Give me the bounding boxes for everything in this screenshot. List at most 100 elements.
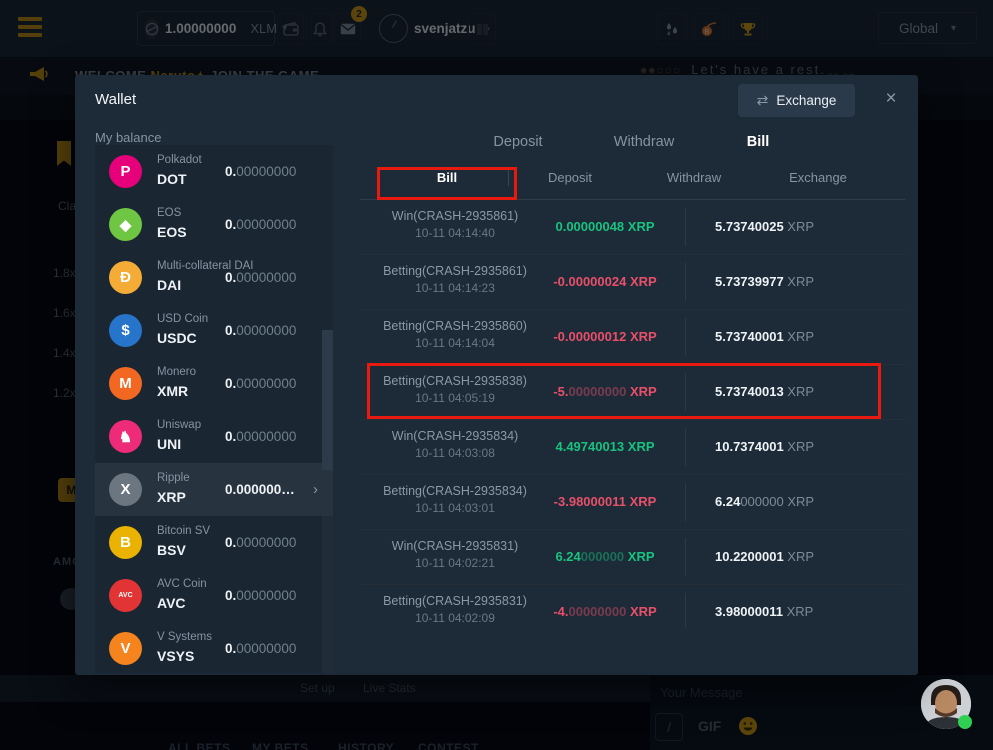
bill-row-description: Win(CRASH-2935861) 10-11 04:14:40	[360, 200, 550, 254]
bill-row-balance: 5.73739977 XRP	[715, 274, 814, 289]
bill-row-balance: 5.73740025 XRP	[715, 219, 814, 234]
my-balance-label: My balance	[95, 130, 161, 145]
coin-logo-icon: X	[109, 473, 142, 506]
bill-row: Betting(CRASH-2935834) 10-11 04:03:01 -3…	[360, 475, 905, 530]
bill-row-time: 10-11 04:02:21	[360, 556, 550, 570]
exchange-button[interactable]: ⇄ Exchange	[738, 84, 855, 117]
coin-name: USD Coin	[157, 313, 208, 325]
bill-row-description: Betting(CRASH-2935861) 10-11 04:14:23	[360, 255, 550, 309]
bill-subtab-bill[interactable]: Bill	[437, 170, 457, 185]
coin-list-item[interactable]: X Ripple XRP 0.000000… ›	[95, 463, 333, 516]
bill-row-amount: -4.00000000 XRP	[530, 604, 680, 619]
bill-row-type: Betting(CRASH-2935838)	[360, 374, 550, 388]
coin-balance: 0.00000000	[225, 535, 296, 550]
bill-row-amount: 4.49740013 XRP	[530, 439, 680, 454]
bill-row-type: Betting(CRASH-2935834)	[360, 484, 550, 498]
bill-row-balance: 10.2200001 XRP	[715, 549, 814, 564]
coin-list-item[interactable]: M Monero XMR 0.00000000 ›	[95, 357, 333, 410]
coin-symbol: BSV	[157, 542, 186, 558]
bill-row-time: 10-11 04:02:09	[360, 611, 550, 625]
bill-row-balance: 5.73740001 XRP	[715, 329, 814, 344]
coin-list-item[interactable]: AVC AVC Coin AVC 0.00000000 ›	[95, 569, 333, 622]
coin-balance: 0.000000…	[225, 482, 295, 497]
bill-row-time: 10-11 04:14:23	[360, 281, 550, 295]
coin-logo-icon: ♞	[109, 420, 142, 453]
bill-row-time: 10-11 04:03:01	[360, 501, 550, 515]
wallet-tab-deposit[interactable]: Deposit	[493, 134, 542, 150]
coin-balance-list: P Polkadot DOT 0.00000000 › ◆ EOS EOS 0.…	[95, 145, 333, 673]
chevron-right-icon: ›	[313, 481, 318, 498]
coin-balance: 0.00000000	[225, 164, 296, 179]
coin-logo-icon: B	[109, 526, 142, 559]
bill-row-divider	[685, 428, 686, 466]
online-status-dot	[958, 715, 972, 729]
bill-row-description: Win(CRASH-2935834) 10-11 04:03:08	[360, 420, 550, 474]
bill-row-amount: -0.00000012 XRP	[530, 329, 680, 344]
coin-balance: 0.00000000	[225, 217, 296, 232]
coin-list-item[interactable]: $ USD Coin USDC 0.00000000 ›	[95, 304, 333, 357]
coin-list-item[interactable]: ◆ EOS EOS 0.00000000 ›	[95, 198, 333, 251]
bill-subtab-deposit[interactable]: Deposit	[548, 170, 592, 185]
bill-row: Win(CRASH-2935861) 10-11 04:14:40 0.0000…	[360, 200, 905, 255]
coin-name: AVC Coin	[157, 578, 207, 590]
bill-row-description: Betting(CRASH-2935834) 10-11 04:03:01	[360, 475, 550, 529]
scrollbar-thumb[interactable]	[322, 330, 333, 470]
wallet-tab-bill[interactable]: Bill	[747, 134, 770, 150]
coin-balance: 0.00000000	[225, 429, 296, 444]
bill-row-time: 10-11 04:14:04	[360, 336, 550, 350]
coin-logo-icon: $	[109, 314, 142, 347]
coin-logo-icon: ◆	[109, 208, 142, 241]
bill-subtab-exchange[interactable]: Exchange	[789, 170, 847, 185]
coin-symbol: EOS	[157, 224, 187, 240]
coin-list-item[interactable]: ♞ Uniswap UNI 0.00000000 ›	[95, 410, 333, 463]
exchange-arrows-icon: ⇄	[757, 92, 769, 109]
bill-row-time: 10-11 04:14:40	[360, 226, 550, 240]
coin-symbol: XRP	[157, 489, 186, 505]
coin-symbol: UNI	[157, 436, 181, 452]
bill-row-balance: 3.98000011 XRP	[715, 604, 813, 619]
bill-row: Betting(CRASH-2935861) 10-11 04:14:23 -0…	[360, 255, 905, 310]
coin-symbol: AVC	[157, 595, 186, 611]
bill-row-divider	[685, 373, 686, 411]
bill-row: Betting(CRASH-2935831) 10-11 04:02:09 -4…	[360, 585, 905, 628]
bill-row-description: Betting(CRASH-2935860) 10-11 04:14:04	[360, 310, 550, 364]
bill-row-type: Win(CRASH-2935831)	[360, 539, 550, 553]
coin-name: Uniswap	[157, 419, 201, 431]
coin-name: Ripple	[157, 472, 190, 484]
coin-name: V Systems	[157, 631, 212, 643]
coin-list-item[interactable]: B Bitcoin SV BSV 0.00000000 ›	[95, 516, 333, 569]
bill-subtab-withdraw[interactable]: Withdraw	[667, 170, 721, 185]
bill-row-amount: 0.00000048 XRP	[530, 219, 680, 234]
coin-logo-icon: P	[109, 155, 142, 188]
coin-list-item[interactable]: P Polkadot DOT 0.00000000 ›	[95, 145, 333, 198]
bill-row-amount: -5.00000000 XRP	[530, 384, 680, 399]
coin-symbol: DOT	[157, 171, 187, 187]
coin-name: EOS	[157, 207, 181, 219]
bill-row: Betting(CRASH-2935838) 10-11 04:05:19 -5…	[360, 365, 905, 420]
bill-row: Betting(CRASH-2935860) 10-11 04:14:04 -0…	[360, 310, 905, 365]
bill-row: Win(CRASH-2935831) 10-11 04:02:21 6.2400…	[360, 530, 905, 585]
modal-title: Wallet	[95, 91, 136, 108]
bill-row: Win(CRASH-2935834) 10-11 04:03:08 4.4974…	[360, 420, 905, 475]
coin-symbol: VSYS	[157, 648, 194, 664]
bill-row-description: Betting(CRASH-2935831) 10-11 04:02:09	[360, 585, 550, 628]
bill-row-divider	[685, 318, 686, 356]
bill-row-description: Win(CRASH-2935831) 10-11 04:02:21	[360, 530, 550, 584]
coin-balance: 0.00000000	[225, 376, 296, 391]
wallet-tab-withdraw[interactable]: Withdraw	[614, 134, 674, 150]
coin-logo-icon: V	[109, 632, 142, 665]
coin-balance: 0.00000000	[225, 323, 296, 338]
wallet-modal: Wallet ⇄ Exchange × My balance Deposit Wi…	[75, 75, 918, 675]
bill-row-amount: -0.00000024 XRP	[530, 274, 680, 289]
bill-row-divider	[685, 263, 686, 301]
bill-row-type: Betting(CRASH-2935831)	[360, 594, 550, 608]
coin-list-item[interactable]: Đ Multi-collateral DAI DAI 0.00000000 ›	[95, 251, 333, 304]
coin-balance: 0.00000000	[225, 270, 296, 285]
coin-logo-icon: Đ	[109, 261, 142, 294]
bill-row-time: 10-11 04:03:08	[360, 446, 550, 460]
bill-row-balance: 10.7374001 XRP	[715, 439, 814, 454]
bill-row-divider	[685, 538, 686, 576]
close-icon[interactable]: ×	[881, 88, 901, 110]
bill-row-amount: 6.24000000 XRP	[530, 549, 680, 564]
coin-list-item[interactable]: V V Systems VSYS 0.00000000 ›	[95, 622, 333, 673]
